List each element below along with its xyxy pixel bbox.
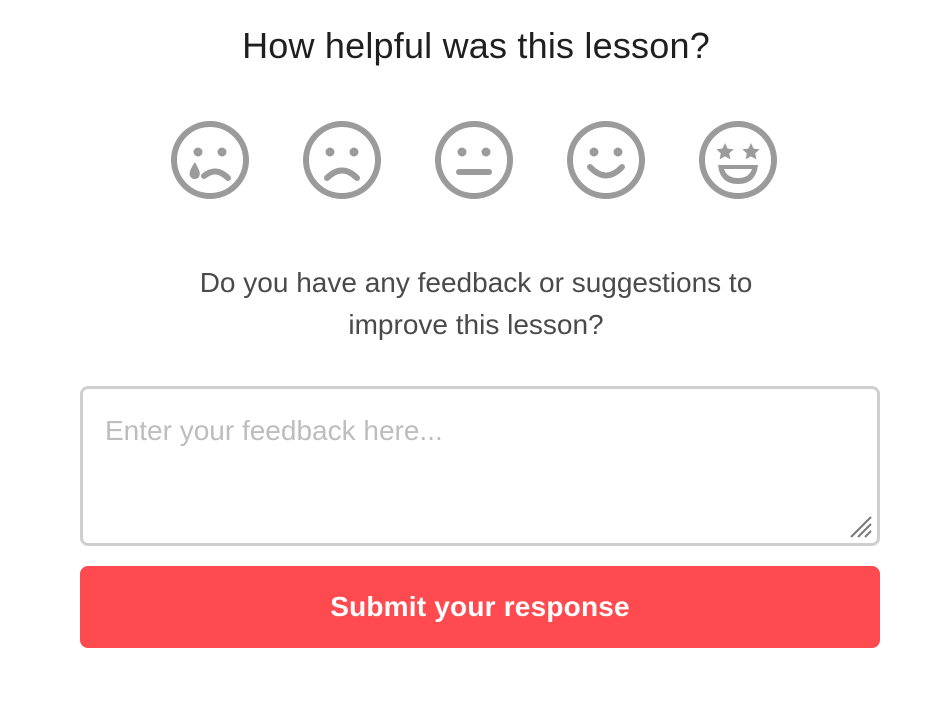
resize-handle-icon[interactable]	[847, 513, 873, 539]
neutral-face-icon	[435, 121, 513, 199]
feedback-textarea[interactable]	[83, 389, 877, 543]
lesson-feedback-form: How helpful was this lesson? Do you have…	[0, 0, 952, 704]
feedback-question-line-2: improve this lesson?	[348, 309, 604, 340]
rating-crying-button[interactable]	[168, 118, 252, 202]
rating-sad-button[interactable]	[300, 118, 384, 202]
rating-star-eyes-button[interactable]	[696, 118, 780, 202]
star-eyes-face-icon	[699, 121, 777, 199]
rating-smiling-button[interactable]	[564, 118, 648, 202]
rating-row	[0, 118, 952, 202]
smiling-face-icon	[567, 121, 645, 199]
feedback-question: Do you have any feedback or suggestions …	[0, 262, 952, 346]
feedback-field-wrapper	[80, 386, 880, 546]
crying-face-icon	[171, 121, 249, 199]
feedback-question-line-1: Do you have any feedback or suggestions …	[199, 267, 753, 298]
page-title: How helpful was this lesson?	[242, 25, 710, 66]
rating-neutral-button[interactable]	[432, 118, 516, 202]
submit-button[interactable]: Submit your response	[80, 566, 880, 648]
sad-face-icon	[303, 121, 381, 199]
